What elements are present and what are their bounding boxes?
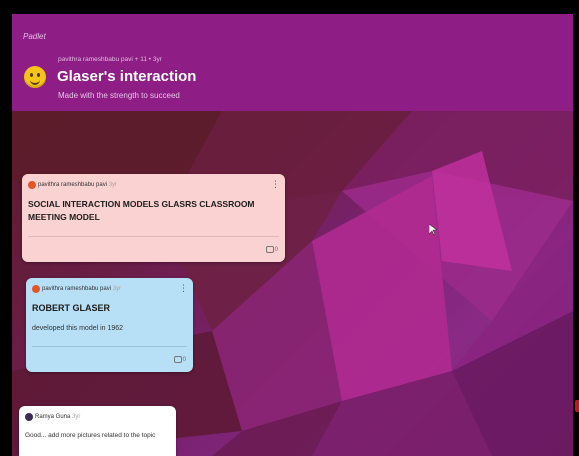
- mouse-cursor-icon: [429, 224, 437, 236]
- post-age: 3yr: [72, 414, 81, 420]
- emoji-eye: [30, 73, 33, 77]
- comment-icon: [173, 356, 182, 363]
- post-heading: ROBERT GLASER: [32, 303, 111, 313]
- emoji-eye: [37, 73, 40, 77]
- wall-title: Glaser's interaction: [57, 68, 197, 85]
- post-divider: [32, 346, 187, 347]
- post-divider: [28, 236, 279, 237]
- padlet-header: Padlet pavithra rameshbabu pavi + 11 • 3…: [12, 14, 573, 111]
- padlet-window: Padlet pavithra rameshbabu pavi + 11 • 3…: [12, 14, 573, 456]
- post-author: Ramya Guna 3yr: [35, 414, 80, 420]
- author-avatar[interactable]: [28, 181, 36, 189]
- post-author-name: Ramya Guna: [35, 414, 71, 420]
- post-author: pavithra rameshbabu pavi 3yr: [42, 286, 121, 292]
- post-body: Good... add more pictures related to the…: [25, 432, 156, 439]
- author-avatar[interactable]: [25, 413, 33, 421]
- edge-indicator: [575, 400, 579, 412]
- post-card[interactable]: pavithra rameshbabu pavi 3yr ⋮ SOCIAL IN…: [22, 174, 285, 262]
- post-author-name: pavithra rameshbabu pavi: [38, 182, 108, 188]
- post-author-name: pavithra rameshbabu pavi: [42, 286, 112, 292]
- post-heading: SOCIAL INTERACTION MODELS GLASRS CLASSRO…: [28, 199, 255, 222]
- smiley-emoji-icon: [24, 66, 46, 88]
- wall-subtitle: Made with the strength to succeed: [58, 91, 180, 100]
- post-age: 3yr: [112, 286, 122, 292]
- post-body: developed this model in 1962: [32, 325, 124, 332]
- comment-button[interactable]: 0: [173, 356, 186, 364]
- post-card[interactable]: pavithra rameshbabu pavi 3yr ⋮ ROBERT GL…: [26, 278, 193, 372]
- more-vertical-icon[interactable]: ⋮: [179, 284, 188, 293]
- wall-author-meta[interactable]: pavithra rameshbabu pavi + 11 • 3yr: [58, 56, 162, 63]
- author-avatar[interactable]: [32, 285, 40, 293]
- more-vertical-icon[interactable]: ⋮: [271, 180, 280, 189]
- padlet-brand-logo[interactable]: Padlet: [23, 32, 46, 41]
- comment-count: 0: [182, 357, 186, 364]
- post-author: pavithra rameshbabu pavi 3yr: [38, 182, 117, 188]
- comment-button[interactable]: 0: [265, 246, 278, 254]
- post-age: 3yr: [108, 182, 118, 188]
- comment-icon: [265, 246, 274, 253]
- comment-count: 0: [274, 247, 278, 254]
- emoji-mouth: [30, 78, 40, 85]
- post-card[interactable]: Ramya Guna 3yr Good... add more pictures…: [19, 406, 176, 456]
